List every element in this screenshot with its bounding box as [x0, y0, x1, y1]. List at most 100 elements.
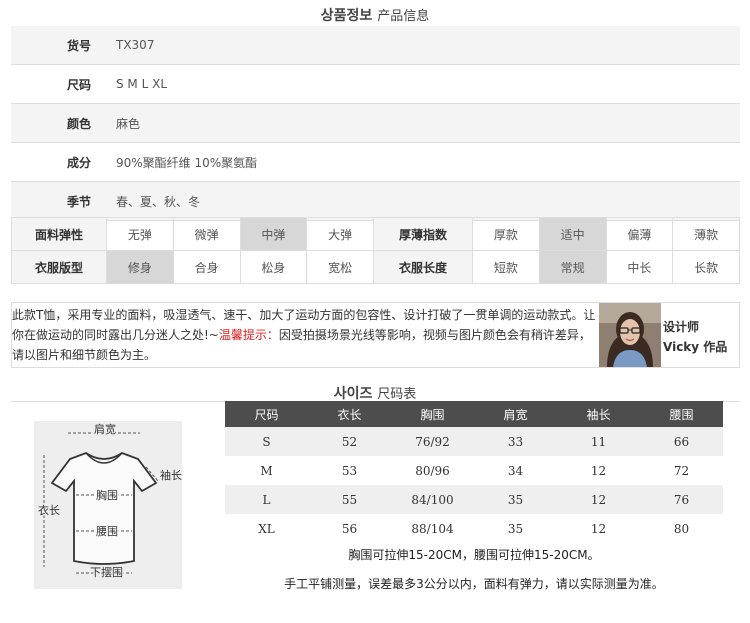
size-cell: 80/96: [415, 463, 450, 478]
product-info-title-ko: 상품정보: [320, 8, 373, 24]
size-cell: 34: [507, 463, 524, 478]
info-value: 春、夏、秋、冬: [116, 194, 201, 209]
size-cell: 12: [557, 485, 640, 514]
size-cell: L: [225, 485, 308, 514]
size-table-row: M 53 80/96 34 12 72: [225, 456, 723, 485]
size-cell: 80: [673, 521, 690, 536]
attr-option-selected: 适中: [538, 217, 607, 251]
attr-option-selected: 常规: [538, 250, 607, 284]
attr-option: 长款: [672, 250, 740, 284]
designer-avatar: [599, 303, 661, 367]
size-chart-title: 사이즈 尺码表: [0, 383, 750, 403]
attr-label-length: 衣服长度: [373, 250, 473, 284]
size-table-row: S 52 76/92 33 11 66: [225, 427, 723, 456]
product-info-list: 货号 TX307 尺码 S M L XL 颜色 麻色 成分 90%聚酯纤维 10…: [11, 26, 740, 221]
diagram-label-sleeve: 袖长: [160, 468, 182, 482]
size-table-header-cell: 袖长: [557, 401, 640, 427]
size-cell: 35: [474, 485, 557, 514]
info-value: 90%聚酯纤维 10%聚氨酯: [116, 155, 258, 170]
size-cell: 53: [341, 463, 358, 478]
size-cell: 33: [474, 427, 557, 456]
size-table-header-cell: 衣长: [308, 401, 391, 427]
garment-measurement-diagram: 肩宽 袖长 胸围 衣长 腰围 下摆围: [34, 421, 182, 589]
size-cell: 52: [308, 427, 391, 456]
attr-option: 微弹: [172, 217, 241, 251]
size-cell: 66: [640, 427, 723, 456]
size-cell: S: [225, 427, 308, 456]
description-segment: 你在做运动的同时露出几分迷人之处!~: [12, 328, 219, 342]
size-table-row: L 55 84/100 35 12 76: [225, 485, 723, 514]
info-row-color: 颜色 麻色: [11, 104, 740, 143]
attr-option: 中长: [605, 250, 674, 284]
size-cell: 11: [557, 427, 640, 456]
info-value: 麻色: [116, 116, 141, 131]
info-label: 尺码: [66, 77, 91, 92]
size-table-header-cell: 胸围: [391, 401, 474, 427]
info-row-season: 季节 春、夏、秋、冬: [11, 182, 740, 221]
diagram-label-hem: 下摆围: [90, 565, 123, 579]
attr-label-fit: 衣服版型: [11, 250, 107, 284]
size-table-header: 尺码 衣长 胸围 肩宽 袖长 腰围: [225, 401, 723, 427]
info-value: S M L XL: [116, 77, 168, 91]
description-line: 你在做运动的同时露出几分迷人之处!~温馨提示：因受拍摄场景光线等影响，视频与图片…: [12, 325, 597, 345]
stretch-note: 胸围可拉伸15-20CM，腰围可拉伸15-20CM。: [348, 548, 600, 562]
description-line: 请以图片和细节颜色为主。: [12, 348, 157, 362]
size-cell: 72: [673, 463, 690, 478]
info-value: TX307: [116, 38, 155, 52]
attr-option: 短款: [472, 250, 540, 284]
size-cell: 56: [341, 521, 358, 536]
attr-option: 薄款: [672, 217, 740, 251]
description-text: 此款T恤，采用专业的面料，吸湿透气、速干、加大了运动方面的包容性、设计打破了一贯…: [12, 305, 597, 365]
size-cell: XL: [258, 521, 275, 536]
size-cell: 88/104: [411, 521, 454, 536]
diagram-label-waist: 腰围: [96, 525, 118, 538]
size-cell: 76/92: [391, 427, 474, 456]
attr-option: 厚款: [472, 217, 540, 251]
size-table: 尺码 衣长 胸围 肩宽 袖长 腰围 S 52 76/92 33 11 66 M …: [225, 401, 723, 543]
warm-tip-label: 温馨提示：: [218, 328, 279, 342]
diagram-label-length: 衣长: [38, 503, 60, 517]
info-row-sku: 货号 TX307: [11, 26, 740, 65]
diagram-label-shoulder: 肩宽: [94, 422, 116, 436]
diagram-label-chest: 胸围: [96, 488, 118, 502]
product-info-title: 상품정보 产品信息: [0, 5, 750, 25]
designer-name: Vicky 作品: [663, 340, 728, 354]
attr-label-thickness: 厚薄指数: [373, 217, 473, 251]
size-cell: 55: [308, 485, 391, 514]
info-label: 颜色: [66, 116, 91, 131]
info-row-material: 成分 90%聚酯纤维 10%聚氨酯: [11, 143, 740, 182]
attr-option: 松身: [239, 250, 308, 284]
attr-option: 偏薄: [605, 217, 674, 251]
product-info-title-zh: 产品信息: [377, 9, 430, 24]
attr-label-elasticity: 面料弹性: [11, 217, 107, 251]
size-cell: 12: [590, 463, 607, 478]
size-cell: 35: [507, 521, 524, 536]
info-label: 货号: [66, 38, 91, 53]
attribute-row-fit-length: 衣服版型 修身 合身 松身 宽松 衣服长度 短款 常规 中长 长款: [11, 250, 740, 284]
info-label: 成分: [66, 155, 91, 170]
size-cell: 84/100: [391, 485, 474, 514]
attr-option: 大弹: [306, 217, 374, 251]
designer-credit: 设计师 Vicky 作品: [663, 317, 727, 357]
attr-option: 无弹: [106, 217, 174, 251]
size-table-header-cell: 肩宽: [474, 401, 557, 427]
size-table-row: XL 56 88/104 35 12 80: [225, 514, 723, 543]
measurement-note: 手工平铺测量，误差最多3公分以内，面料有弹力，请以实际测量为准。: [284, 577, 664, 591]
attr-option: 合身: [172, 250, 241, 284]
attribute-row-elasticity-thickness: 面料弹性 无弹 微弹 中弹 大弹 厚薄指数 厚款 适中 偏薄 薄款: [11, 217, 740, 251]
size-cell: M: [260, 463, 273, 478]
attr-option: 宽松: [306, 250, 374, 284]
attribute-grid: 面料弹性 无弹 微弹 中弹 大弹 厚薄指数 厚款 适中 偏薄 薄款 衣服版型 修…: [11, 217, 740, 284]
product-description: 此款T恤，采用专业的面料，吸湿透气、速干、加大了运动方面的包容性、设计打破了一贯…: [11, 302, 740, 368]
info-row-size: 尺码 S M L XL: [11, 65, 740, 104]
info-label: 季节: [66, 194, 91, 209]
size-cell: 12: [590, 521, 607, 536]
size-chart-title-zh: 尺码表: [377, 387, 417, 402]
attr-option-selected: 中弹: [239, 217, 308, 251]
attr-option-selected: 修身: [106, 250, 174, 284]
size-chart-title-ko: 사이즈: [333, 386, 373, 402]
designer-label: 设计师: [663, 320, 700, 334]
description-line: 此款T恤，采用专业的面料，吸湿透气、速干、加大了运动方面的包容性、设计打破了一贯…: [12, 308, 596, 322]
size-table-header-cell: 腰围: [640, 401, 723, 427]
size-table-header-cell: 尺码: [225, 401, 308, 427]
